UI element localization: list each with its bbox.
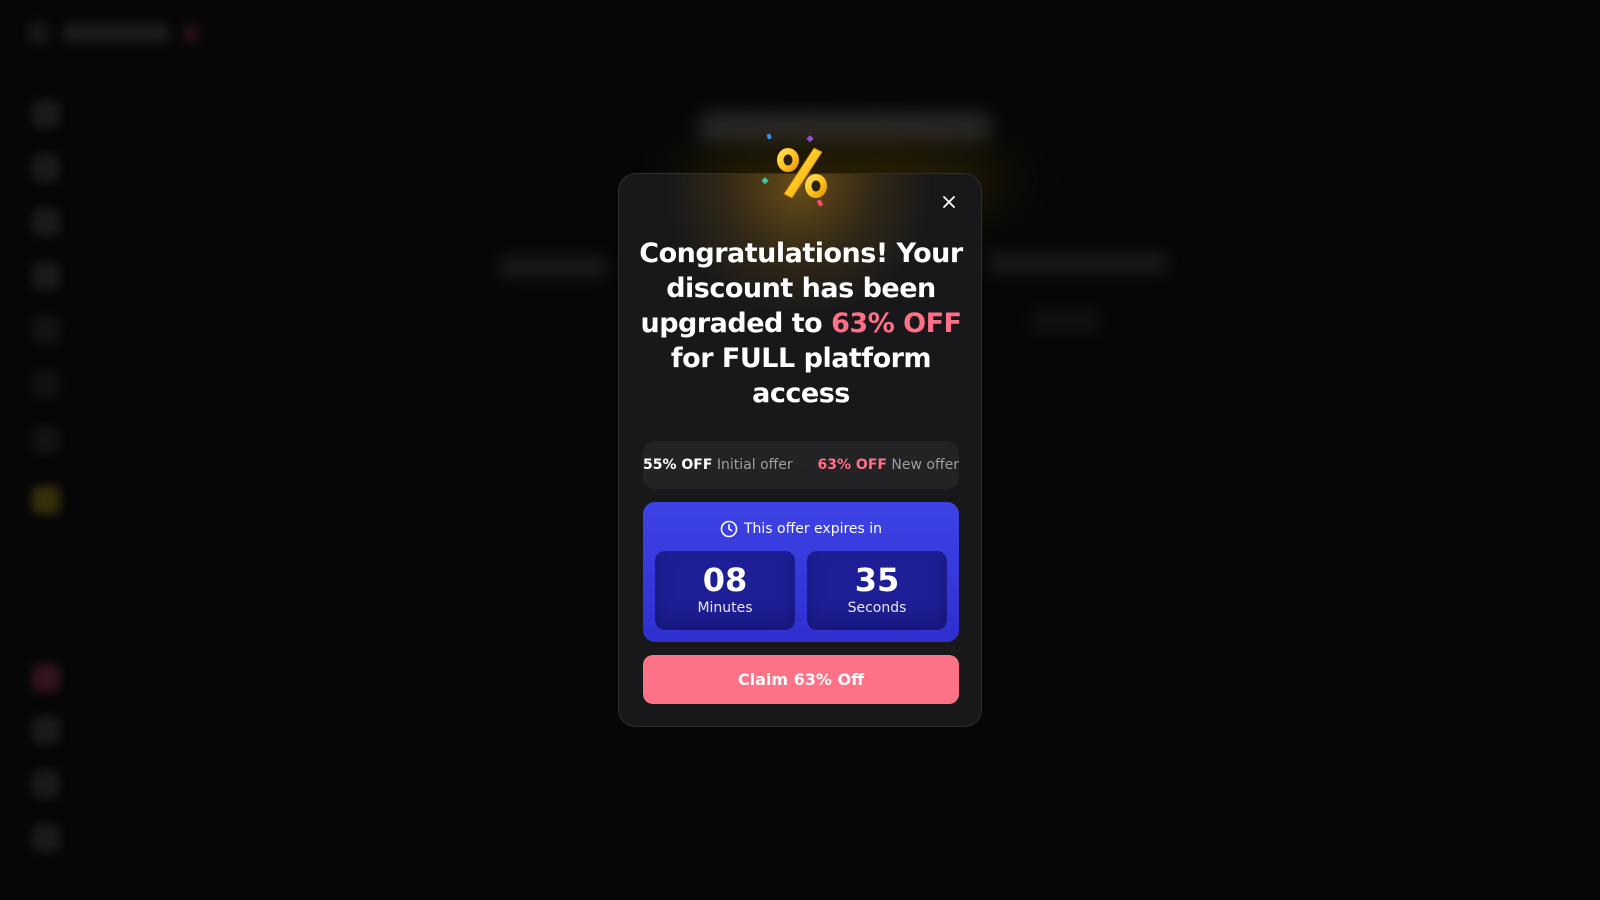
- new-offer-label: New offer: [891, 457, 959, 473]
- clock-icon: [720, 520, 738, 538]
- background-sidebar-icon: [32, 316, 60, 344]
- seconds-value: 35: [854, 561, 900, 599]
- modal-headline: Congratulations! Your discount has been …: [619, 236, 981, 411]
- background-sidebar-icon: [32, 770, 60, 798]
- close-icon: [943, 196, 955, 208]
- background-sidebar-icon: [32, 208, 60, 236]
- background-sidebar: [28, 90, 68, 890]
- minutes-label: Minutes: [697, 600, 753, 616]
- background-sidebar-icon: [32, 486, 60, 514]
- offer-comparison: 55% OFF Initial offer 63% OFF New offer: [643, 441, 959, 489]
- minutes-box: 08 Minutes: [655, 551, 795, 630]
- new-offer-value: 63% OFF: [817, 457, 887, 473]
- claim-discount-button[interactable]: Claim 63% Off: [643, 655, 959, 704]
- seconds-box: 35 Seconds: [807, 551, 947, 630]
- initial-offer-label: Initial offer: [716, 457, 793, 473]
- arrow-right-icon: [804, 464, 806, 466]
- background-sidebar-icon: [32, 154, 60, 182]
- timer-heading: This offer expires in: [643, 518, 959, 540]
- background-row: [988, 252, 1168, 274]
- background-row: [1030, 310, 1100, 332]
- headline-text-end: for FULL platform access: [670, 343, 932, 409]
- close-button[interactable]: [935, 188, 963, 216]
- timer-heading-text: This offer expires in: [743, 521, 883, 537]
- background-sidebar-icon: [32, 426, 60, 454]
- initial-offer-value: 55% OFF: [643, 457, 713, 473]
- background-sidebar-icon: [32, 370, 60, 398]
- countdown-timer: This offer expires in 08 Minutes 35 Seco…: [643, 502, 959, 642]
- discount-upgrade-modal: Congratulations! Your discount has been …: [618, 173, 982, 727]
- background-title: [700, 112, 990, 142]
- seconds-label: Seconds: [847, 600, 907, 616]
- background-sidebar-icon: [32, 100, 60, 128]
- minutes-value: 08: [702, 561, 748, 599]
- percent-emoji-icon: [762, 133, 827, 207]
- background-sidebar-icon: [32, 716, 60, 744]
- background-sidebar-icon: [32, 824, 60, 852]
- background-sidebar-icon: [32, 664, 60, 692]
- background-logo: [28, 16, 198, 50]
- background-sidebar-icon: [32, 262, 60, 290]
- background-row: [498, 256, 608, 278]
- headline-discount: 63% OFF: [831, 308, 962, 339]
